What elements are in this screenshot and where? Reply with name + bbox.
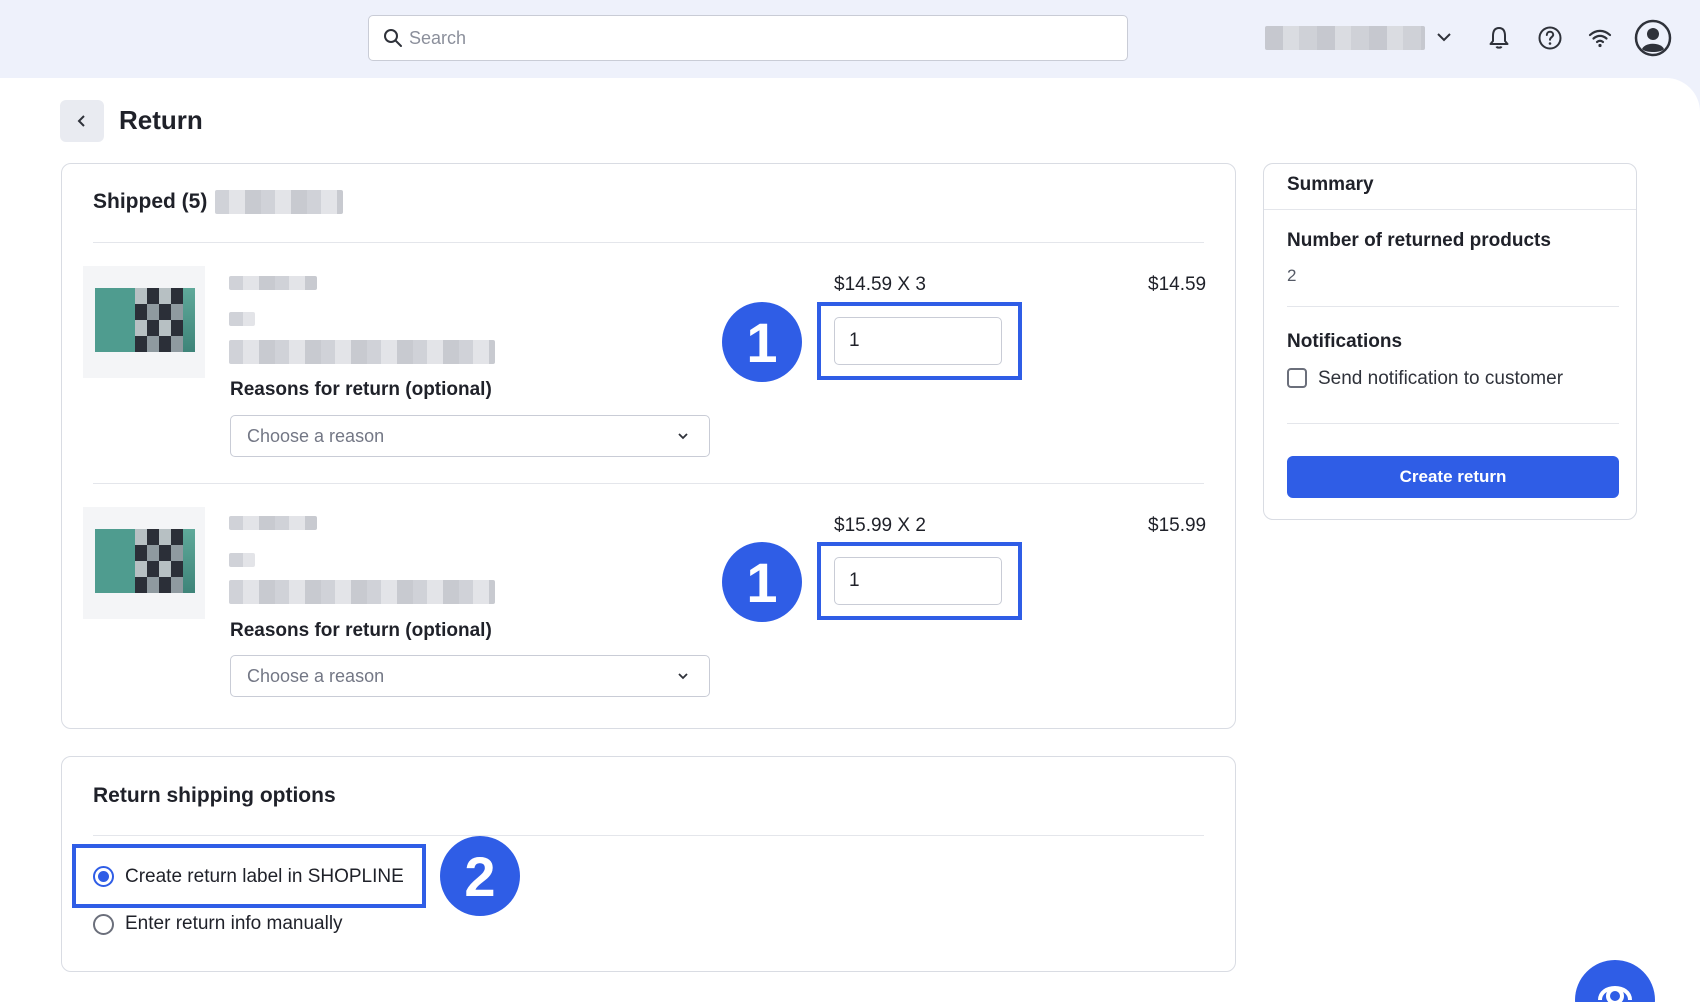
notify-customer-label[interactable]: Send notification to customer — [1318, 368, 1563, 390]
search-placeholder: Search — [409, 27, 467, 48]
product-variant-redacted — [229, 553, 255, 567]
quantity-highlight: 1 — [817, 302, 1022, 380]
product-thumbnail — [83, 507, 205, 619]
option-create-label[interactable]: Create return label in SHOPLINE — [125, 866, 404, 888]
returned-products-value: 2 — [1287, 266, 1297, 285]
create-return-button[interactable]: Create return — [1287, 456, 1619, 498]
headset-icon — [1598, 986, 1632, 1002]
divider — [93, 483, 1204, 484]
quantity-highlight: 1 — [817, 542, 1022, 620]
divider — [1264, 209, 1636, 210]
bell-icon[interactable] — [1483, 22, 1515, 54]
notify-customer-checkbox[interactable] — [1287, 368, 1307, 388]
reason-select[interactable]: Choose a reason — [230, 415, 710, 457]
unit-price: $14.59 X 3 — [834, 274, 926, 295]
chevron-left-icon — [77, 115, 85, 127]
unit-price: $15.99 X 2 — [834, 515, 926, 536]
reason-select-placeholder: Choose a reason — [247, 665, 385, 686]
summary-title: Summary — [1287, 174, 1374, 195]
step-badge-1: 1 — [722, 542, 802, 622]
shipped-title: Shipped (5) — [93, 190, 208, 213]
radio-manual-info[interactable] — [93, 914, 114, 935]
divider — [93, 835, 1204, 836]
reason-select[interactable]: Choose a reason — [230, 655, 710, 697]
product-variant-redacted — [229, 312, 255, 326]
step-badge-2: 2 — [440, 836, 520, 916]
back-button[interactable] — [60, 100, 104, 142]
divider — [1287, 423, 1619, 424]
chevron-down-icon — [678, 433, 688, 440]
product-name-redacted — [229, 276, 317, 290]
reason-label: Reasons for return (optional) — [230, 620, 492, 641]
product-name-redacted — [229, 516, 317, 530]
avatar-icon[interactable] — [1634, 19, 1672, 57]
search-input[interactable]: Search — [368, 15, 1128, 61]
store-account-name[interactable] — [1265, 26, 1425, 50]
return-quantity-input[interactable]: 1 — [834, 557, 1002, 605]
product-thumbnail — [83, 266, 205, 378]
product-sku-redacted — [229, 340, 495, 364]
help-icon[interactable] — [1534, 22, 1566, 54]
shipment-id-redacted — [215, 190, 343, 214]
chevron-down-icon[interactable] — [1433, 26, 1455, 48]
shipping-options-title: Return shipping options — [93, 784, 336, 807]
reason-select-placeholder: Choose a reason — [247, 425, 385, 446]
line-total: $14.59 — [1148, 274, 1207, 295]
reason-label: Reasons for return (optional) — [230, 379, 492, 400]
divider — [1287, 306, 1619, 307]
wifi-icon[interactable] — [1584, 22, 1616, 54]
line-total: $15.99 — [1148, 515, 1207, 536]
top-bar: Search — [0, 0, 1700, 78]
return-quantity-input[interactable]: 1 — [834, 317, 1002, 365]
notifications-label: Notifications — [1287, 331, 1403, 352]
page-title: Return — [119, 105, 203, 135]
option-manual-info[interactable]: Enter return info manually — [125, 913, 343, 935]
radio-create-label[interactable] — [93, 866, 114, 887]
chevron-down-icon — [678, 673, 688, 680]
returned-products-label: Number of returned products — [1287, 230, 1551, 251]
search-icon — [384, 29, 402, 47]
product-sku-redacted — [229, 580, 495, 604]
step-badge-1: 1 — [722, 302, 802, 382]
divider — [93, 242, 1204, 243]
